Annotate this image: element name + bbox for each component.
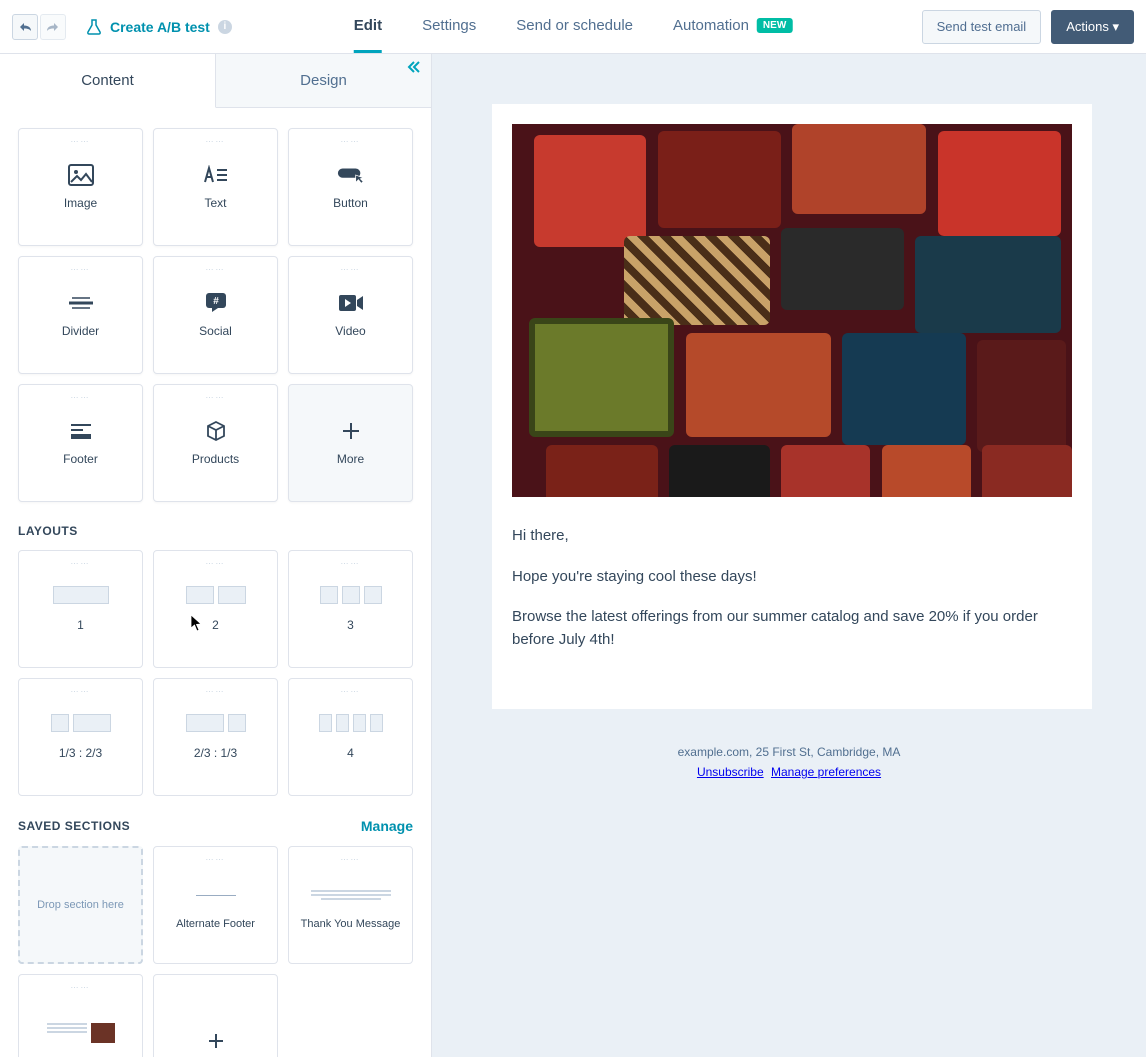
drag-handle-icon: ⋯⋯	[341, 559, 361, 568]
drag-handle-icon: ⋯⋯	[341, 855, 361, 864]
drag-handle-icon: ⋯⋯	[341, 265, 361, 274]
sidebar-tab-content[interactable]: Content	[0, 54, 216, 108]
layout-3col[interactable]: ⋯⋯ 3	[288, 550, 413, 668]
block-text[interactable]: ⋯⋯ Text	[153, 128, 278, 246]
block-products[interactable]: ⋯⋯ Products	[153, 384, 278, 502]
drag-handle-icon: ⋯⋯	[71, 265, 91, 274]
send-test-email-button[interactable]: Send test email	[922, 10, 1042, 44]
text-icon	[202, 164, 230, 186]
drag-handle-icon: ⋯⋯	[206, 137, 226, 146]
social-icon: #	[202, 292, 230, 314]
layouts-heading: LAYOUTS	[18, 524, 78, 538]
nav-tab-send[interactable]: Send or schedule	[516, 0, 633, 53]
drag-handle-icon: ⋯⋯	[206, 393, 226, 402]
manage-saved-link[interactable]: Manage	[361, 818, 413, 834]
layout-13-23[interactable]: ⋯⋯ 1/3 : 2/3	[18, 678, 143, 796]
nav-tab-automation[interactable]: Automation NEW	[673, 0, 792, 53]
actions-dropdown[interactable]: Actions ▾	[1051, 10, 1134, 44]
saved-section-item[interactable]: ⋯⋯	[18, 974, 143, 1057]
drag-handle-icon: ⋯⋯	[206, 265, 226, 274]
email-paragraph[interactable]: Hope you're staying cool these days!	[512, 566, 1072, 589]
ab-test-label: Create A/B test	[110, 19, 210, 35]
footer-icon	[67, 420, 95, 442]
top-toolbar: Create A/B test i Edit Settings Send or …	[0, 0, 1146, 54]
email-paragraph[interactable]: Browse the latest offerings from our sum…	[512, 606, 1072, 651]
drag-handle-icon: ⋯⋯	[206, 559, 226, 568]
drag-handle-icon: ⋯⋯	[71, 983, 91, 992]
layout-1col[interactable]: ⋯⋯ 1	[18, 550, 143, 668]
plus-icon	[337, 420, 365, 442]
drag-handle-icon: ⋯⋯	[341, 687, 361, 696]
nav-tab-edit[interactable]: Edit	[354, 0, 382, 53]
saved-section-add[interactable]	[153, 974, 278, 1057]
drag-handle-icon: ⋯⋯	[71, 393, 91, 402]
saved-section-alternate-footer[interactable]: ⋯⋯ Alternate Footer	[153, 846, 278, 964]
block-footer[interactable]: ⋯⋯ Footer	[18, 384, 143, 502]
left-sidebar: Content Design ⋯⋯ Image ⋯⋯ Text ⋯⋯ Butt	[0, 54, 432, 1057]
block-image[interactable]: ⋯⋯ Image	[18, 128, 143, 246]
create-ab-test-link[interactable]: Create A/B test i	[86, 19, 232, 35]
email-canvas[interactable]: Hi there, Hope you're staying cool these…	[432, 54, 1146, 1057]
divider-icon	[67, 292, 95, 314]
drop-section-zone[interactable]: Drop section here	[18, 846, 143, 964]
new-badge: NEW	[757, 18, 792, 33]
saved-section-thank-you[interactable]: ⋯⋯ Thank You Message	[288, 846, 413, 964]
email-hero-image[interactable]	[512, 124, 1072, 497]
layout-4col[interactable]: ⋯⋯ 4	[288, 678, 413, 796]
chevron-down-icon: ▾	[1112, 19, 1119, 34]
undo-button[interactable]	[12, 14, 38, 40]
block-more[interactable]: More	[288, 384, 413, 502]
drag-handle-icon: ⋯⋯	[341, 137, 361, 146]
layout-23-13[interactable]: ⋯⋯ 2/3 : 1/3	[153, 678, 278, 796]
layout-2col[interactable]: ⋯⋯ 2	[153, 550, 278, 668]
block-divider[interactable]: ⋯⋯ Divider	[18, 256, 143, 374]
saved-sections-heading: SAVED SECTIONS	[18, 819, 130, 833]
unsubscribe-link[interactable]: Unsubscribe	[697, 765, 764, 779]
redo-button[interactable]	[40, 14, 66, 40]
block-video[interactable]: ⋯⋯ Video	[288, 256, 413, 374]
drag-handle-icon: ⋯⋯	[71, 559, 91, 568]
drag-handle-icon: ⋯⋯	[71, 687, 91, 696]
drag-handle-icon: ⋯⋯	[71, 137, 91, 146]
products-icon	[202, 420, 230, 442]
flask-icon	[86, 19, 102, 35]
sidebar-tab-design[interactable]: Design	[216, 54, 431, 108]
button-icon	[337, 164, 365, 186]
video-icon	[337, 292, 365, 314]
collapse-sidebar-button[interactable]	[407, 60, 421, 74]
nav-tab-settings[interactable]: Settings	[422, 0, 476, 53]
block-button[interactable]: ⋯⋯ Button	[288, 128, 413, 246]
manage-preferences-link[interactable]: Manage preferences	[771, 765, 881, 779]
block-social[interactable]: ⋯⋯ # Social	[153, 256, 278, 374]
drag-handle-icon: ⋯⋯	[206, 855, 226, 864]
info-icon: i	[218, 20, 232, 34]
drag-handle-icon: ⋯⋯	[206, 687, 226, 696]
email-paragraph[interactable]: Hi there,	[512, 525, 1072, 548]
email-footer-address: example.com, 25 First St, Cambridge, MA	[492, 745, 1086, 759]
plus-icon	[202, 1030, 230, 1052]
email-preview[interactable]: Hi there, Hope you're staying cool these…	[492, 104, 1092, 709]
image-icon	[67, 164, 95, 186]
svg-text:#: #	[213, 296, 219, 307]
